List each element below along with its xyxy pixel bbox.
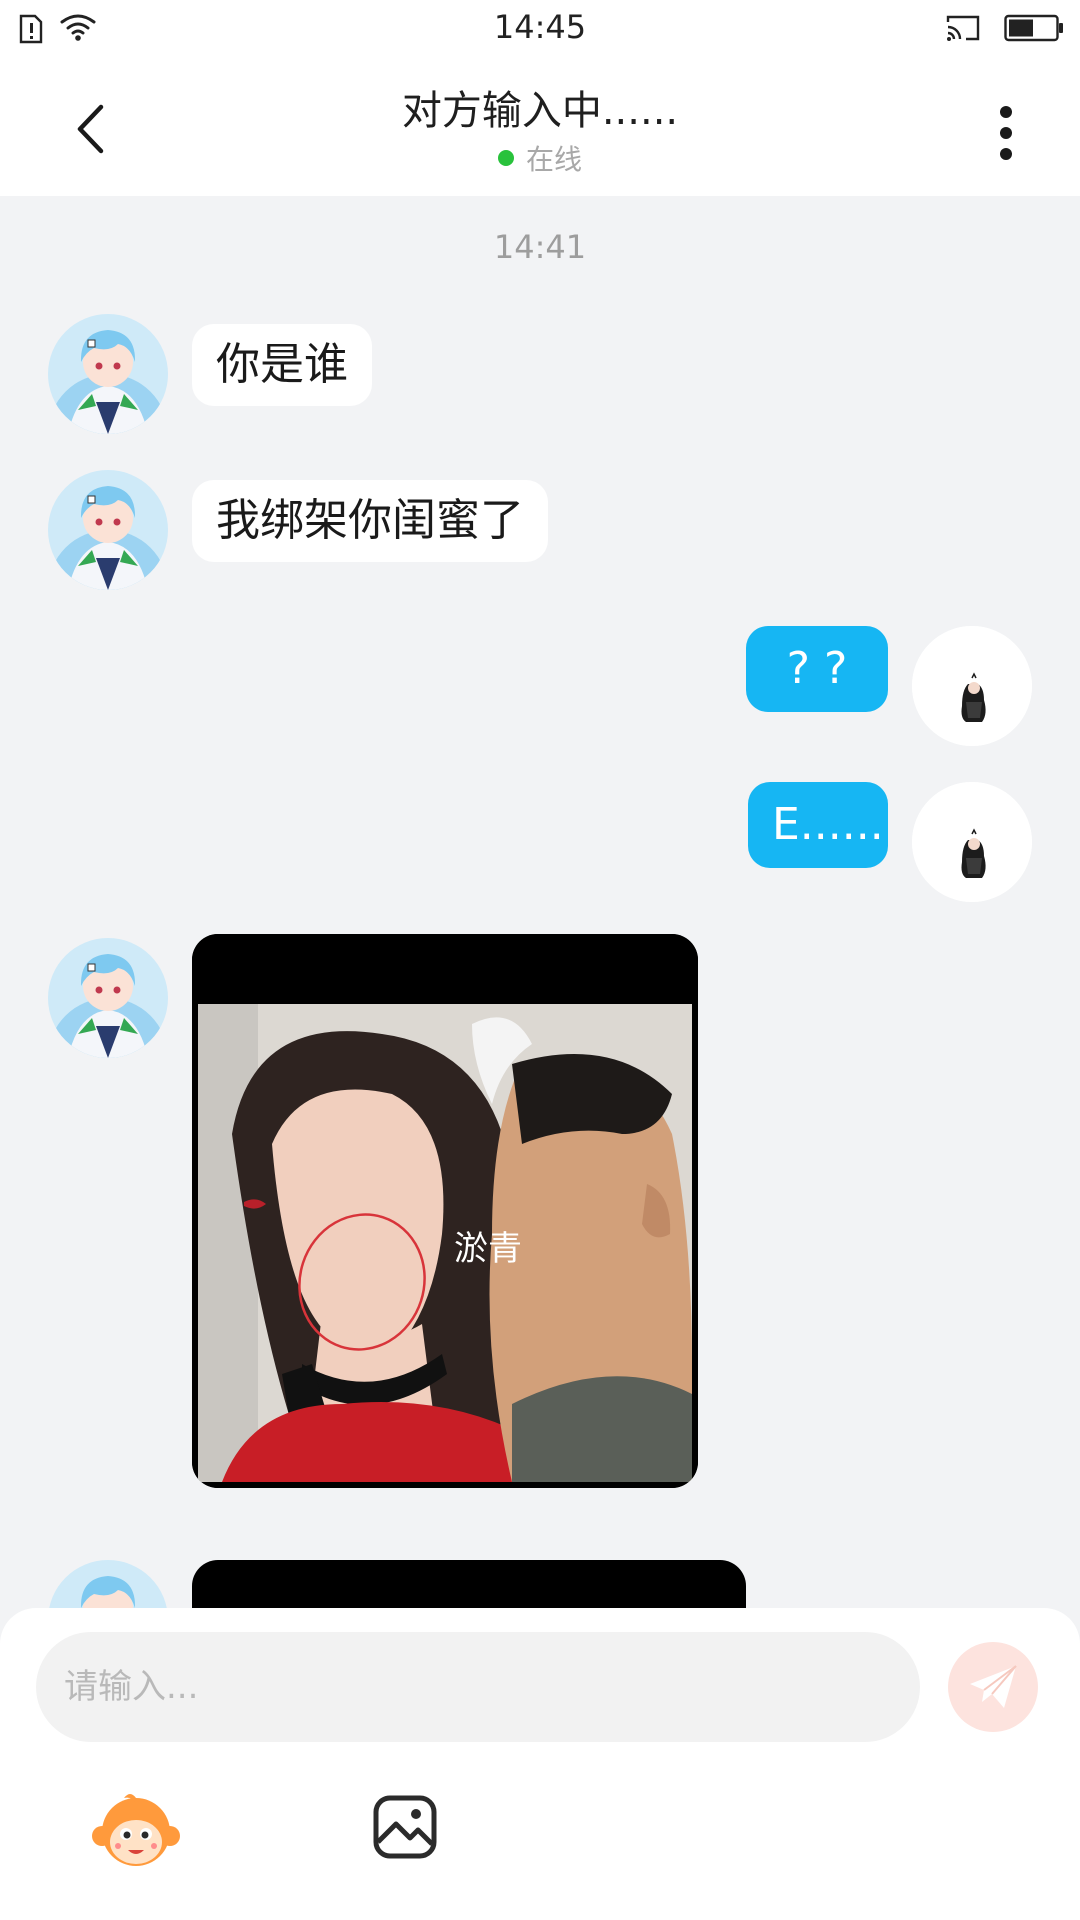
anime-girl-avatar-icon	[48, 938, 168, 1058]
sticker-button[interactable]	[90, 1792, 182, 1872]
anime-girl-avatar-icon	[48, 314, 168, 434]
image-caption: 淤青	[454, 1229, 522, 1269]
image-gallery-icon	[373, 1795, 437, 1859]
self-avatar[interactable]	[912, 782, 1032, 902]
message-bubble-incoming[interactable]: 我绑架你闺蜜了	[192, 480, 548, 562]
online-status: 在线	[0, 138, 1080, 178]
message-input[interactable]	[36, 1632, 920, 1742]
image-message[interactable]: 淤青	[192, 934, 698, 1488]
more-vertical-icon	[1000, 106, 1012, 160]
contact-avatar[interactable]	[48, 1560, 168, 1608]
message-timestamp: 14:41	[493, 228, 587, 266]
online-dot-icon	[497, 150, 514, 166]
gallery-button[interactable]	[372, 1794, 438, 1860]
self-avatar[interactable]	[912, 626, 1032, 746]
contact-avatar[interactable]	[48, 938, 168, 1058]
message-bubble-outgoing[interactable]: E......	[748, 782, 888, 868]
message-bubble-incoming[interactable]: 你是谁	[192, 324, 372, 406]
status-time: 14:45	[493, 8, 587, 46]
image-message[interactable]	[192, 1560, 746, 1608]
dark-haired-girl-avatar-icon	[912, 626, 1032, 746]
battery-icon	[1004, 14, 1063, 42]
message-list[interactable]: 14:41 你是谁 我绑架你闺蜜了 ? ? E...... 淤青	[0, 196, 1080, 1608]
status-bar: 14:45	[0, 0, 1080, 58]
cast-icon	[946, 15, 980, 41]
online-status-label: 在线	[525, 143, 582, 176]
contact-avatar[interactable]	[48, 314, 168, 434]
chat-title: 对方输入中......	[401, 88, 679, 134]
anime-girl-avatar-icon	[48, 470, 168, 590]
paper-plane-icon	[970, 1665, 1017, 1708]
send-button[interactable]	[948, 1642, 1038, 1732]
contact-avatar[interactable]	[48, 470, 168, 590]
dark-haired-girl-avatar-icon	[912, 782, 1032, 902]
message-bubble-outgoing[interactable]: ? ?	[746, 626, 888, 712]
chat-header: 对方输入中...... 在线	[0, 58, 1080, 196]
more-options-button[interactable]	[986, 98, 1026, 168]
meme-photo: 淤青	[192, 934, 698, 1488]
anime-girl-avatar-icon	[48, 1560, 168, 1608]
input-panel	[0, 1608, 1080, 1920]
monkey-sticker-icon	[92, 1794, 180, 1866]
